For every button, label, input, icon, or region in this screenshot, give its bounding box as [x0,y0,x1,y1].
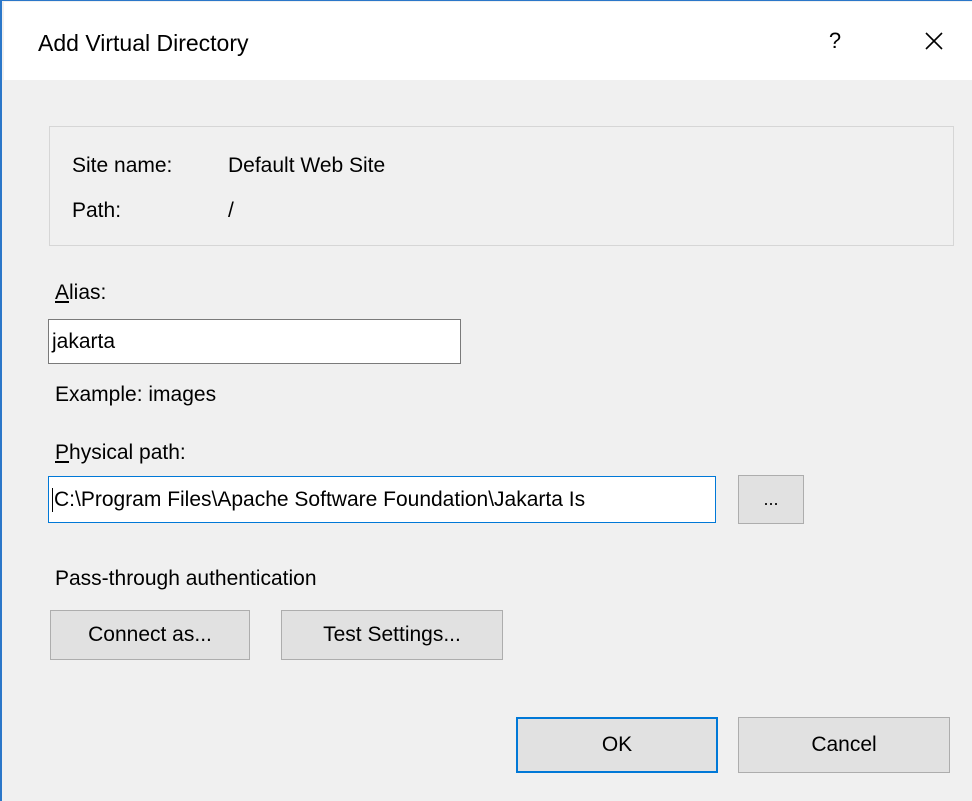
site-name-value: Default Web Site [228,154,386,177]
pass-through-auth-label: Pass-through authentication [55,567,317,590]
alias-example-text: Example: images [55,383,217,406]
physical-path-label: Physical path: [55,441,186,464]
test-settings-button[interactable]: Test Settings... [281,610,503,660]
text-caret [52,487,53,512]
physical-path-value: C:\Program Files\Apache Software Foundat… [54,487,586,511]
ok-button[interactable]: OK [516,717,718,773]
site-name-label: Site name: [72,154,173,177]
close-button[interactable] [904,16,964,66]
physical-path-input[interactable]: C:\Program Files\Apache Software Foundat… [48,476,716,523]
browse-button[interactable]: ... [738,475,804,524]
path-label: Path: [72,199,122,222]
add-virtual-directory-dialog: Add Virtual Directory ? Site name: Defau… [0,0,972,801]
site-info-panel: Site name: Default Web Site Path: / [49,126,954,246]
help-button[interactable]: ? [814,16,856,66]
title-bar: Add Virtual Directory ? [4,2,972,80]
close-icon [925,32,943,50]
alias-label: Alias: [55,281,107,304]
dialog-title: Add Virtual Directory [38,30,249,56]
cancel-button[interactable]: Cancel [738,717,950,773]
connect-as-button[interactable]: Connect as... [50,610,250,660]
path-value: / [228,199,234,222]
alias-input[interactable]: jakarta [48,319,461,364]
